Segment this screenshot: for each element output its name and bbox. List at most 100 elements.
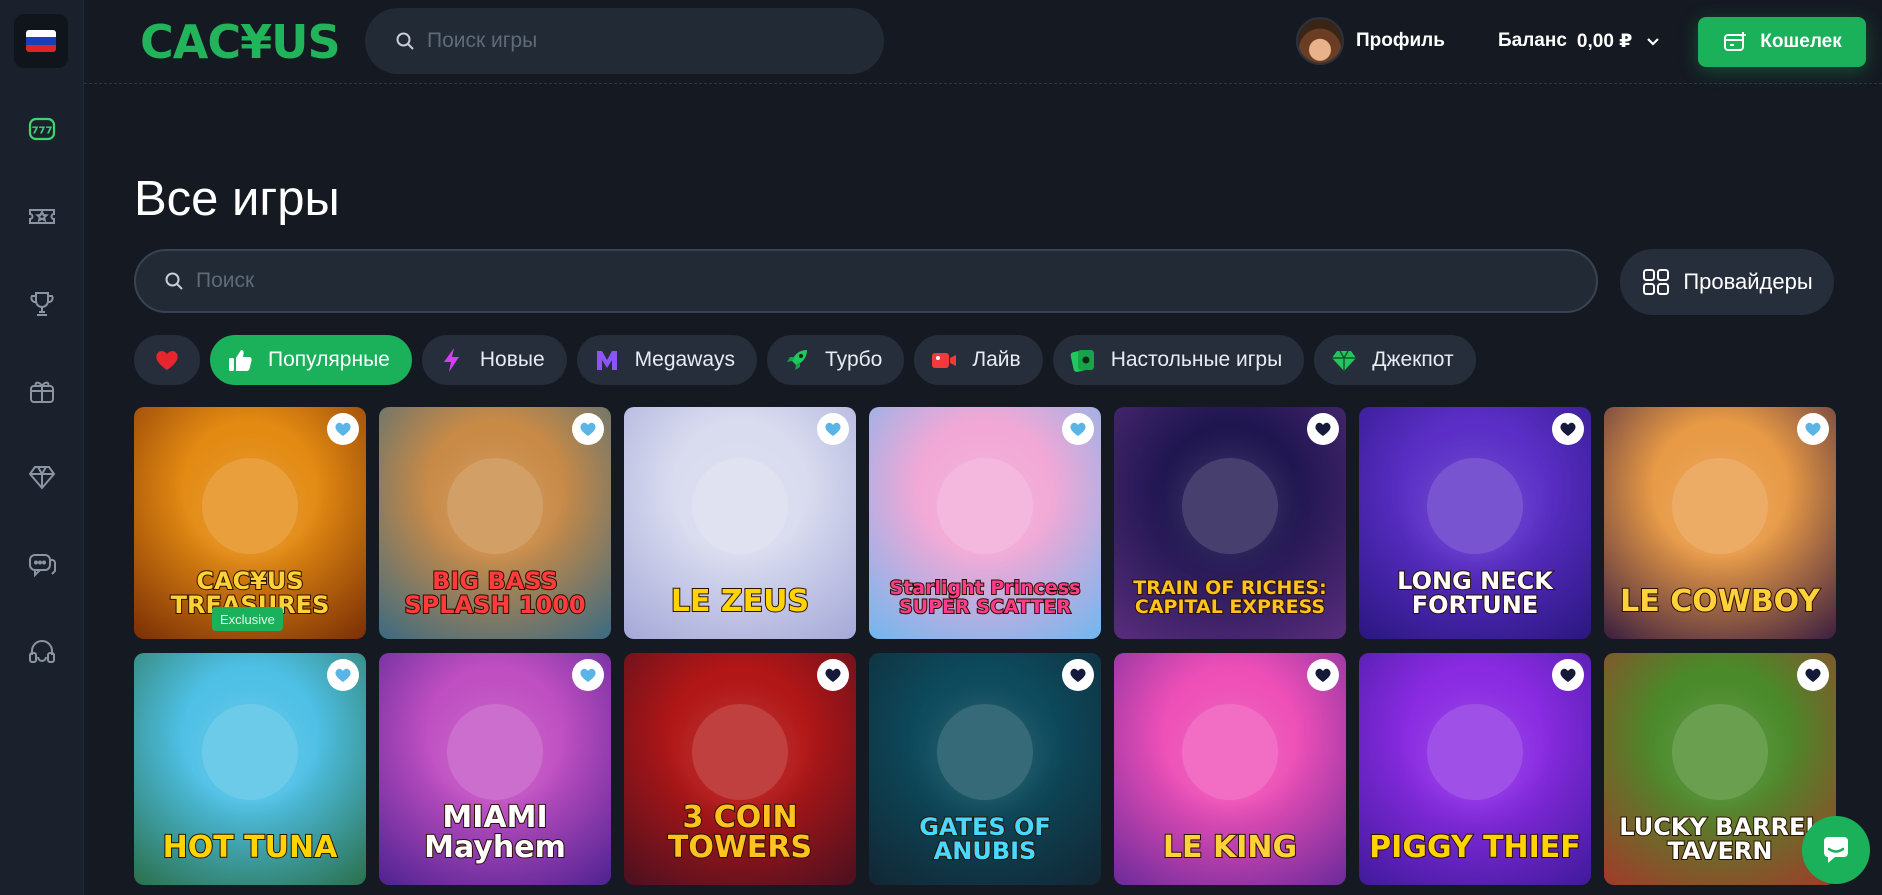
heart-icon [825,668,841,682]
sidebar-item-vip[interactable] [22,457,62,497]
favorite-button[interactable] [1797,413,1829,445]
header-search[interactable] [365,8,884,74]
cactus-logo[interactable]: CAC¥US [140,18,341,66]
sidebar-item-chat[interactable] [22,545,62,585]
game-artwork [1182,704,1278,801]
chip-megaways-label: Megaways [634,348,736,371]
megaways-icon [596,351,617,370]
favorite-button[interactable] [1307,413,1339,445]
chip-table-games[interactable]: Настольные игры [1052,335,1305,385]
search-icon [165,272,183,290]
chip-table-games-label: Настольные игры [1110,348,1283,371]
heart-icon [1070,422,1086,436]
chip-megaways[interactable]: Megaways [576,335,758,385]
favorite-button[interactable] [327,659,359,691]
favorite-button[interactable] [1062,659,1094,691]
diamond-icon [28,466,56,490]
chip-favorites[interactable] [134,335,200,385]
game-title: LUCKY BARREL TAVERN [1618,813,1821,865]
game-card[interactable]: MIAMI Mayhem [379,653,611,885]
game-artwork [1182,458,1278,555]
favorite-button[interactable] [1797,659,1829,691]
game-title: LE ZEUS [670,584,810,619]
wallet-label: Кошелек [1760,31,1842,52]
game-title: MIAMI Mayhem [423,800,567,865]
game-title: LONG NECK FORTUNE [1396,567,1554,619]
chip-popular[interactable]: Популярные [210,335,412,385]
language-flag-button[interactable] [14,14,68,68]
game-card[interactable]: TRAIN OF RICHES: CAPITAL EXPRESS [1114,407,1346,639]
game-artwork [447,458,543,555]
game-card[interactable]: LE KING [1114,653,1346,885]
slot-machine-icon: 777 [28,117,56,141]
chip-jackpot-label: Джекпот [1372,348,1454,371]
game-card[interactable]: HOT TUNA [134,653,366,885]
game-artwork [202,458,298,555]
game-card[interactable]: 3 COIN TOWERS [624,653,856,885]
chevron-down-icon [1647,38,1660,46]
games-search[interactable] [134,249,1598,313]
sidebar: 777 [0,0,84,895]
game-card[interactable]: Starlight Princess SUPER SCATTER [869,407,1101,639]
headset-icon [29,640,55,663]
chip-popular-label: Популярные [268,348,390,371]
page-title: Все игры [134,172,340,226]
game-card[interactable]: BIG BASS SPLASH 1000 [379,407,611,639]
favorite-button[interactable] [1307,659,1339,691]
avatar [1296,17,1344,65]
favorite-button[interactable] [1552,659,1584,691]
game-artwork [202,704,298,801]
heart-icon [156,351,178,370]
game-card[interactable]: LONG NECK FORTUNE [1359,407,1591,639]
heart-icon [580,422,596,436]
chip-live[interactable]: Лайв [914,335,1043,385]
game-artwork [692,458,788,555]
favorite-button[interactable] [1062,413,1094,445]
chip-new[interactable]: Новые [421,335,567,385]
chip-turbo[interactable]: Турбо [767,335,905,385]
game-title: TRAIN OF RICHES: CAPITAL EXPRESS [1132,577,1327,618]
game-card[interactable]: LE COWBOY [1604,407,1836,639]
wallet-button[interactable]: Кошелек [1698,17,1866,67]
game-artwork [447,704,543,801]
favorite-button[interactable] [327,413,359,445]
favorite-button[interactable] [572,413,604,445]
heart-icon [1070,668,1086,682]
heart-icon [825,422,841,436]
chat-bubbles-icon [29,554,56,578]
sidebar-item-tickets[interactable] [22,196,62,236]
game-title: BIG BASS SPLASH 1000 [403,567,586,619]
heart-icon [1315,668,1331,682]
gem-icon [1332,350,1357,371]
profile-button[interactable]: Профиль [1296,16,1445,66]
sidebar-item-slots[interactable]: 777 [22,109,62,149]
chip-new-label: Новые [479,348,545,371]
live-camera-icon [932,353,957,368]
game-artwork [1672,704,1768,801]
trophy-icon [30,292,54,316]
game-card[interactable]: GATES OF ANUBIS [869,653,1101,885]
balance-dropdown[interactable]: Баланс 0,00 ₽ [1498,24,1662,58]
lightning-icon [443,348,459,372]
sidebar-item-tournaments[interactable] [22,284,62,324]
sidebar-item-support[interactable] [22,632,62,672]
game-card[interactable]: CAC¥US TREASURES Exclusive [134,407,366,639]
favorite-button[interactable] [572,659,604,691]
games-search-input[interactable] [196,269,1496,293]
providers-button[interactable]: Провайдеры [1620,249,1834,315]
heart-icon [1805,668,1821,682]
gift-box-icon [30,381,54,403]
header: CAC¥US Профиль Баланс 0,00 ₽ Кошелек [84,0,1882,84]
chip-jackpot[interactable]: Джекпот [1314,335,1476,385]
game-artwork [937,458,1033,555]
favorite-button[interactable] [817,659,849,691]
game-card[interactable]: PIGGY THIEF [1359,653,1591,885]
exclusive-badge: Exclusive [212,607,283,631]
game-card[interactable]: LE ZEUS [624,407,856,639]
favorite-button[interactable] [817,413,849,445]
header-search-input[interactable] [427,29,827,53]
live-chat-button[interactable] [1802,816,1870,884]
sidebar-item-bonuses[interactable] [22,371,62,411]
favorite-button[interactable] [1552,413,1584,445]
profile-label: Профиль [1356,30,1445,51]
